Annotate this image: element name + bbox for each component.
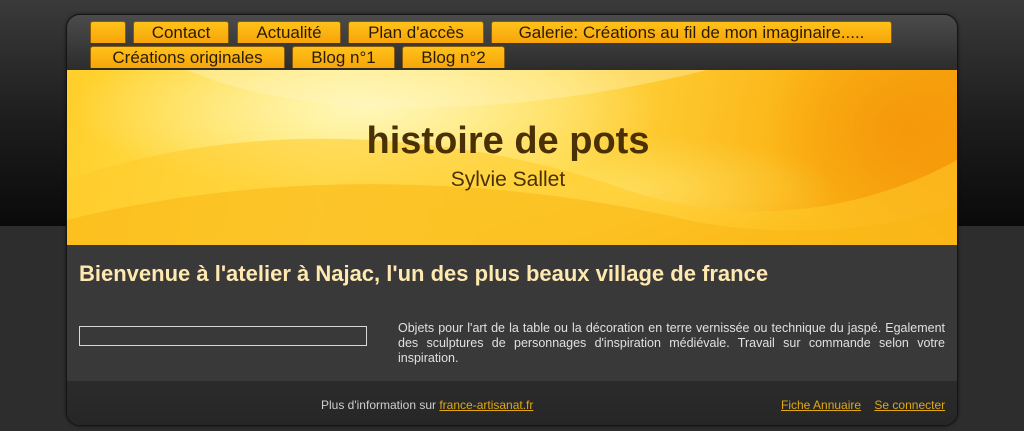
tab-home[interactable] (90, 21, 126, 43)
site-subtitle: Sylvie Sallet (450, 168, 566, 191)
tab-actualite[interactable]: Actualité (237, 21, 341, 43)
footer-info: Plus d'information sur france-artisanat.… (321, 398, 533, 412)
tab-plan-acces[interactable]: Plan d'accès (348, 21, 484, 43)
main-navigation: Contact Actualité Plan d'accès Galerie: … (67, 15, 957, 70)
tab-creations-originales[interactable]: Créations originales (90, 46, 285, 68)
site-footer: Plus d'information sur france-artisanat.… (67, 381, 957, 425)
fiche-annuaire-link[interactable]: Fiche Annuaire (781, 398, 861, 412)
tab-blog-1[interactable]: Blog n°1 (292, 46, 395, 68)
se-connecter-link[interactable]: Se connecter (874, 398, 945, 412)
france-artisanat-link[interactable]: france-artisanat.fr (439, 398, 533, 412)
tab-blog-2[interactable]: Blog n°2 (402, 46, 505, 68)
tab-contact[interactable]: Contact (133, 21, 229, 43)
footer-info-prefix: Plus d'information sur (321, 398, 440, 412)
header-banner: histoire de pots Sylvie Sallet (67, 70, 957, 245)
image-placeholder (79, 326, 367, 346)
description-text: Objets pour l'art de la table ou la déco… (398, 321, 945, 365)
site-title: histoire de pots (366, 120, 650, 162)
footer-links: Fiche Annuaire Se connecter (781, 398, 945, 412)
main-content: Bienvenue à l'atelier à Najac, l'un des … (67, 245, 957, 381)
tab-galerie[interactable]: Galerie: Créations au fil de mon imagina… (491, 21, 892, 43)
site-frame: Contact Actualité Plan d'accès Galerie: … (66, 14, 958, 426)
welcome-headline: Bienvenue à l'atelier à Najac, l'un des … (79, 261, 769, 286)
